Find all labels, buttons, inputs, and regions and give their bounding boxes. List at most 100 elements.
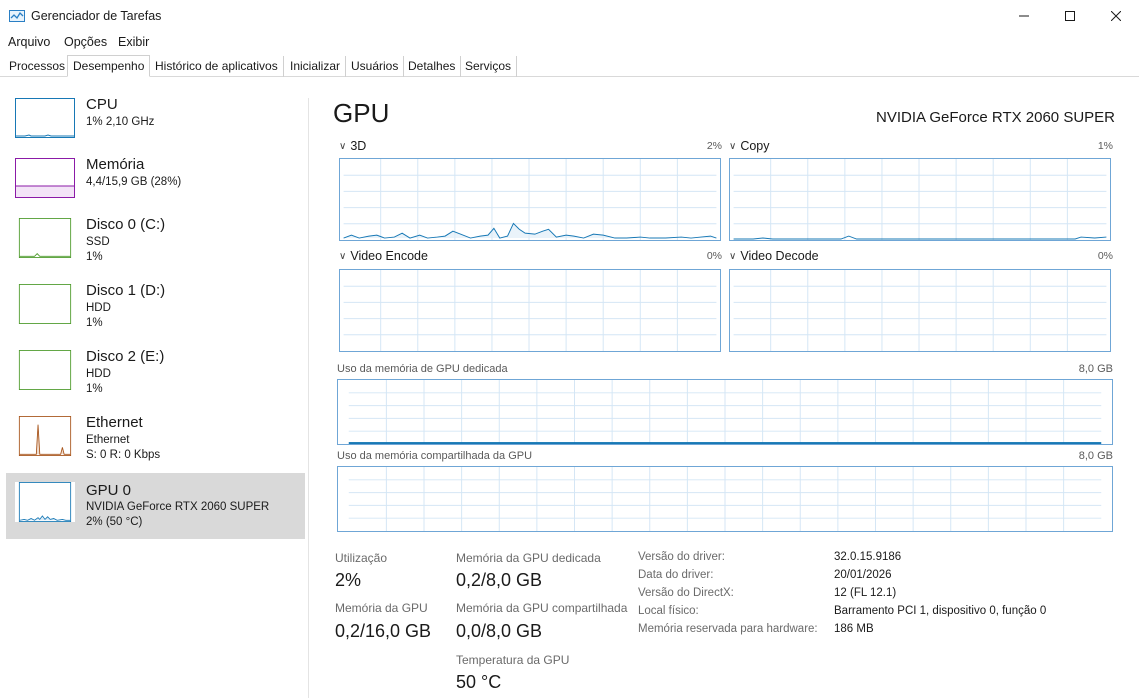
sidebar-item-detail: Ethernet: [86, 434, 130, 446]
sidebar-item-title: Ethernet: [86, 414, 143, 431]
shared-memory-graph-label: Uso da memória compartilhada da GPU: [337, 450, 533, 462]
dedicated-memory-value: 0,2/8,0 GB: [456, 570, 543, 590]
cpu-thumbnail-graph: [15, 98, 75, 138]
disk-thumbnail-graph: [15, 284, 75, 324]
engine-percent: 0%: [706, 250, 722, 262]
sidebar-item-gpu-0[interactable]: GPU 0 NVIDIA GeForce RTX 2060 SUPER 2% (…: [6, 473, 305, 539]
sidebar-item-detail: 4,4/15,9 GB (28%): [86, 176, 182, 188]
driver-date-value: 20/01/2026: [834, 569, 892, 581]
dedicated-memory-graph-max: 8,0 GB: [1078, 363, 1113, 375]
gpu-memory-value: 0,2/16,0 GB: [335, 621, 432, 641]
sidebar-item-memoria[interactable]: Memória 4,4/15,9 GB (28%): [6, 152, 305, 218]
engine-percent: 0%: [1097, 250, 1113, 262]
gpu-detail-panel: GPU NVIDIA GeForce RTX 2060 SUPER ∨ 3D 2%…: [320, 78, 1139, 698]
maximize-button[interactable]: [1047, 0, 1093, 32]
sidebar-item-usage: 2% (50 °C): [86, 516, 143, 528]
chevron-down-icon: ∨: [339, 141, 347, 152]
engine-graph-3d: [339, 158, 721, 241]
tab-usuarios[interactable]: Usuários: [346, 56, 405, 77]
chevron-down-icon: ∨: [729, 251, 737, 262]
utilization-label: Utilização: [335, 551, 388, 565]
temperature-label: Temperatura da GPU: [456, 653, 570, 667]
menu-exibir[interactable]: Exibir: [118, 35, 149, 49]
directx-version-key: Versão do DirectX:: [638, 587, 734, 599]
sidebar-item-cpu[interactable]: CPU 1% 2,10 GHz: [6, 92, 305, 158]
menu-opcoes[interactable]: Opções: [64, 35, 107, 49]
title-bar: Gerenciador de Tarefas: [0, 0, 1139, 32]
physical-location-key: Local físico:: [638, 605, 699, 617]
usage-fill: [348, 442, 1102, 444]
engine-graph-copy: [729, 158, 1111, 241]
physical-location-value: Barramento PCI 1, dispositivo 0, função …: [834, 605, 1047, 617]
usage-line: [343, 222, 717, 239]
engine-graph-video-decode: [729, 269, 1111, 352]
driver-version-key: Versão do driver:: [638, 551, 725, 563]
tab-detalhes[interactable]: Detalhes: [403, 56, 462, 77]
minimize-button[interactable]: [1001, 0, 1047, 32]
utilization-value: 2%: [335, 570, 362, 590]
tab-inicializar[interactable]: Inicializar: [285, 56, 347, 77]
engine-percent: 1%: [1097, 140, 1113, 152]
engine-selector-video-decode[interactable]: ∨ Video Decode: [729, 249, 819, 263]
engine-selector-copy[interactable]: ∨ Copy: [729, 139, 770, 153]
shared-memory-graph-max: 8,0 GB: [1078, 450, 1113, 462]
sidebar-item-usage: 1%: [86, 251, 103, 263]
minimize-icon: [1019, 15, 1029, 17]
grid-lines: [348, 467, 1102, 531]
chevron-down-icon: ∨: [729, 141, 737, 152]
resource-sidebar: CPU 1% 2,10 GHz Memória 4,4/15,9 GB (28%…: [0, 78, 310, 698]
close-button[interactable]: [1093, 0, 1139, 32]
grid-lines: [733, 159, 1107, 240]
sidebar-item-title: Disco 2 (E:): [86, 348, 165, 365]
sidebar-item-usage: 1%: [86, 383, 103, 395]
engine-selector-3d[interactable]: ∨ 3D: [339, 139, 366, 153]
sidebar-item-detail: HDD: [86, 368, 111, 380]
sidebar-item-throughput: S: 0 R: 0 Kbps: [86, 449, 161, 461]
sidebar-item-detail: 1% 2,10 GHz: [86, 116, 155, 128]
disk-thumbnail-graph: [15, 218, 75, 258]
tab-desempenho[interactable]: Desempenho: [67, 55, 151, 77]
grid-lines: [343, 270, 717, 351]
menu-arquivo[interactable]: Arquivo: [8, 35, 50, 49]
engine-label: 3D: [350, 139, 367, 153]
sidebar-item-detail: SSD: [86, 236, 110, 248]
sidebar-item-disco-0[interactable]: Disco 0 (C:) SSD 1%: [6, 212, 305, 278]
task-manager-icon: [9, 10, 25, 22]
engine-label: Video Decode: [740, 249, 819, 263]
sidebar-item-disco-1[interactable]: Disco 1 (D:) HDD 1%: [6, 278, 305, 344]
grid-lines: [348, 380, 1102, 444]
sidebar-item-detail: HDD: [86, 302, 111, 314]
sidebar-item-title: Disco 0 (C:): [86, 216, 166, 233]
ethernet-thumbnail-graph: [15, 416, 75, 456]
shared-memory-label: Memória da GPU compartilhada: [456, 601, 628, 615]
shared-memory-value: 0,0/8,0 GB: [456, 621, 543, 641]
grid-lines: [733, 270, 1107, 351]
directx-version-value: 12 (FL 12.1): [834, 587, 897, 599]
dedicated-memory-graph-label: Uso da memória de GPU dedicada: [337, 363, 508, 375]
engine-label: Copy: [740, 139, 770, 153]
tab-processos[interactable]: Processos: [4, 56, 72, 77]
sidebar-item-ethernet[interactable]: Ethernet Ethernet S: 0 R: 0 Kbps: [6, 410, 305, 476]
gpu-model-name: NVIDIA GeForce RTX 2060 SUPER: [876, 109, 1115, 126]
close-icon: [1111, 11, 1121, 21]
grid-lines: [343, 159, 717, 240]
chevron-down-icon: ∨: [339, 251, 347, 262]
engine-selector-video-encode[interactable]: ∨ Video Encode: [339, 249, 428, 263]
temperature-value: 50 °C: [456, 672, 502, 692]
shared-memory-graph: [337, 466, 1113, 532]
maximize-icon: [1065, 11, 1075, 21]
usage-line: [733, 235, 1107, 240]
sidebar-item-disco-2[interactable]: Disco 2 (E:) HDD 1%: [6, 344, 305, 410]
sidebar-item-usage: 1%: [86, 317, 103, 329]
window-title: Gerenciador de Tarefas: [31, 9, 162, 23]
tab-bar: Processos Desempenho Histórico de aplica…: [0, 55, 1139, 77]
sidebar-item-title: CPU: [86, 96, 118, 113]
engine-label: Video Encode: [350, 249, 428, 263]
dedicated-memory-graph: [337, 379, 1113, 445]
engine-graph-video-encode: [339, 269, 721, 352]
tab-historico[interactable]: Histórico de aplicativos: [150, 56, 284, 77]
page-title: GPU: [333, 98, 390, 128]
sidebar-item-title: Disco 1 (D:): [86, 282, 166, 299]
disk-thumbnail-graph: [15, 350, 75, 390]
tab-servicos[interactable]: Serviços: [460, 56, 518, 77]
